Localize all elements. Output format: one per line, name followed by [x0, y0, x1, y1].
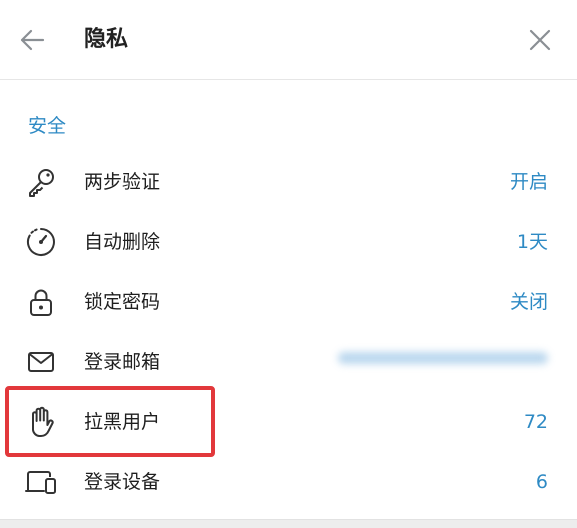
- page-title: 隐私: [84, 27, 129, 52]
- close-button[interactable]: [522, 22, 558, 58]
- row-passcode-lock[interactable]: 锁定密码 关闭: [0, 272, 577, 332]
- timer-icon: [24, 226, 58, 258]
- hand-icon: [24, 406, 58, 438]
- header: 隐私: [0, 0, 577, 80]
- email-value-blurred: [338, 348, 548, 368]
- row-two-step-verification[interactable]: 两步验证 开启: [0, 152, 577, 212]
- close-icon: [529, 29, 551, 51]
- row-label: 自动删除: [84, 231, 161, 253]
- privacy-panel: 隐私 安全 两步验证 开启 自动删除 1天 锁定密码 关闭 登录邮箱 拉黑用户 …: [0, 0, 577, 528]
- arrow-left-icon: [19, 29, 45, 51]
- row-label: 两步验证: [84, 171, 161, 193]
- row-label: 登录设备: [84, 471, 161, 493]
- row-blocked-users[interactable]: 拉黑用户 72: [0, 392, 577, 452]
- row-active-devices[interactable]: 登录设备 6: [0, 452, 577, 512]
- row-auto-delete[interactable]: 自动删除 1天: [0, 212, 577, 272]
- back-button[interactable]: [14, 22, 50, 58]
- row-login-email[interactable]: 登录邮箱: [0, 332, 577, 392]
- key-icon: [24, 166, 58, 198]
- section-title-security: 安全: [28, 115, 67, 137]
- mail-icon: [24, 346, 58, 378]
- row-value: 关闭: [509, 291, 548, 313]
- row-value: 1天: [516, 231, 548, 253]
- lock-icon: [24, 286, 58, 318]
- row-label: 登录邮箱: [84, 351, 161, 373]
- row-value: 开启: [509, 171, 548, 193]
- row-label: 锁定密码: [84, 291, 161, 313]
- devices-icon: [24, 466, 58, 498]
- row-value: 72: [523, 411, 548, 433]
- bottom-divider: [0, 519, 577, 528]
- row-label: 拉黑用户: [84, 411, 161, 433]
- row-value: 6: [535, 471, 548, 493]
